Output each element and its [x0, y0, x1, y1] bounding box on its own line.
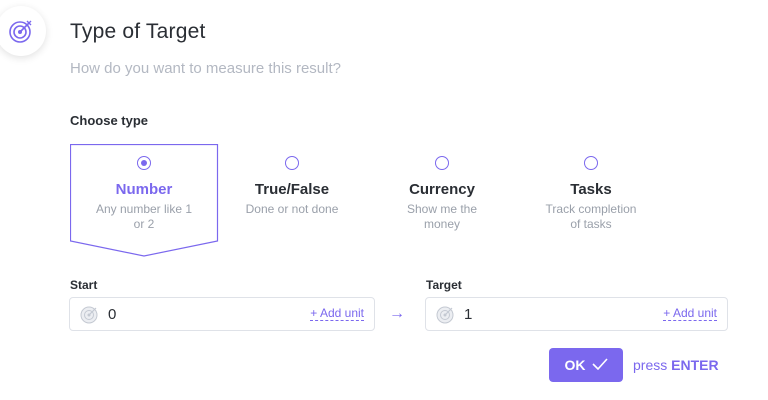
hint-key: ENTER — [671, 357, 719, 373]
type-option-tasks[interactable]: Tasks Track completion of tasks — [517, 144, 665, 254]
press-enter-hint: press ENTER — [633, 357, 719, 373]
target-add-unit-link[interactable]: + Add unit — [663, 307, 717, 321]
choose-type-label: Choose type — [70, 113, 149, 128]
type-option-name: True/False — [254, 181, 330, 198]
type-option-desc: Track completion of tasks — [545, 202, 637, 231]
start-add-unit-link[interactable]: + Add unit — [310, 307, 364, 321]
type-option-name: Number — [115, 181, 173, 198]
ok-button[interactable]: OK — [549, 348, 623, 382]
start-label: Start — [70, 278, 98, 292]
radio-tasks[interactable] — [584, 156, 598, 170]
target-label: Target — [426, 278, 462, 292]
checkmark-icon — [591, 357, 608, 373]
type-option-desc: Done or not done — [245, 202, 339, 216]
type-option-true-false[interactable]: True/False Done or not done — [218, 144, 366, 254]
target-field[interactable]: + Add unit — [425, 297, 728, 331]
type-option-name: Tasks — [570, 181, 612, 198]
hint-prefix: press — [633, 357, 668, 373]
type-option-name: Currency — [409, 181, 475, 198]
target-icon — [80, 304, 100, 324]
target-input[interactable] — [464, 305, 664, 323]
type-option-currency[interactable]: Currency Show me the money — [368, 144, 516, 254]
type-option-desc: Any number like 1 or 2 — [95, 202, 193, 231]
ok-button-label: OK — [564, 357, 586, 373]
arrow-right-icon: → — [389, 305, 405, 322]
type-option-number[interactable]: Number Any number like 1 or 2 — [70, 144, 219, 257]
page-title: Type of Target — [70, 20, 206, 43]
type-option-desc: Show me the money — [406, 202, 478, 231]
type-of-target-dialog: Type of Target How do you want to measur… — [0, 0, 768, 400]
target-icon — [0, 6, 46, 56]
start-input[interactable] — [108, 305, 311, 323]
start-field[interactable]: + Add unit — [69, 297, 375, 331]
page-subtitle: How do you want to measure this result? — [70, 60, 341, 77]
radio-true-false[interactable] — [285, 156, 299, 170]
radio-number[interactable] — [137, 156, 151, 170]
radio-currency[interactable] — [435, 156, 449, 170]
target-icon — [436, 304, 456, 324]
